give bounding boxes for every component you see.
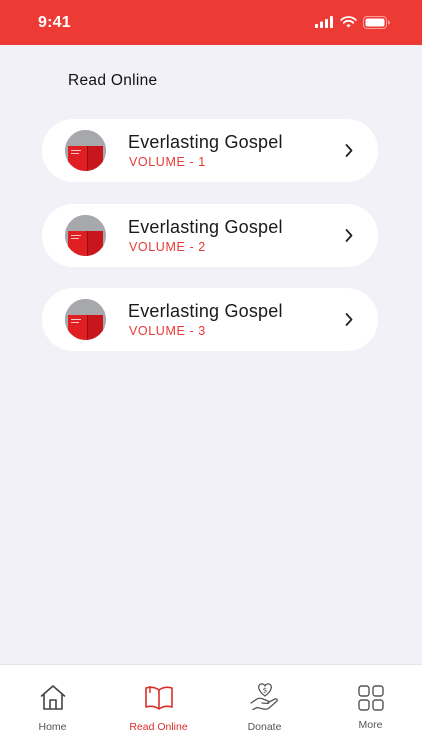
svg-text:$: $ [262, 687, 266, 695]
cellular-signal-icon [315, 16, 333, 28]
book-volume: VOLUME - 2 [129, 240, 206, 254]
book-cover-icon [65, 299, 106, 340]
chevron-right-icon [345, 229, 353, 242]
tab-donate-label: Donate [247, 721, 282, 733]
tab-more[interactable]: More [318, 665, 422, 750]
bottom-tab-bar: Home Read Online $ Donate More [0, 664, 422, 750]
book-title: Everlasting Gospel [128, 301, 283, 321]
chevron-right-icon [345, 144, 353, 157]
book-title: Everlasting Gospel [128, 132, 283, 152]
tab-home[interactable]: Home [0, 665, 105, 750]
book-volume: VOLUME - 3 [129, 324, 206, 338]
book-card-volume-2[interactable]: Everlasting Gospel VOLUME - 2 [42, 204, 378, 267]
tab-read-online-label: Read Online [129, 721, 188, 733]
tab-donate[interactable]: $ Donate [212, 665, 317, 750]
tab-more-label: More [358, 719, 383, 731]
book-cover-icon [65, 215, 106, 256]
book-title: Everlasting Gospel [128, 217, 283, 237]
book-card-volume-3[interactable]: Everlasting Gospel VOLUME - 3 [42, 288, 378, 351]
book-card-volume-1[interactable]: Everlasting Gospel VOLUME - 1 [42, 119, 378, 182]
status-icons [315, 14, 390, 30]
book-volume: VOLUME - 1 [129, 155, 206, 169]
chevron-right-icon [345, 313, 353, 326]
home-icon [40, 685, 65, 710]
tab-read-online[interactable]: Read Online [106, 665, 211, 750]
status-time: 9:41 [38, 14, 71, 31]
battery-icon [363, 15, 390, 29]
book-open-icon [144, 686, 173, 710]
book-cover-icon [65, 130, 106, 171]
grid-icon [357, 685, 384, 711]
donate-hand-icon: $ [249, 683, 278, 711]
page-title: Read Online [68, 72, 158, 89]
wifi-icon [340, 16, 357, 28]
status-bar: 9:41 [0, 0, 422, 45]
tab-home-label: Home [38, 721, 67, 733]
